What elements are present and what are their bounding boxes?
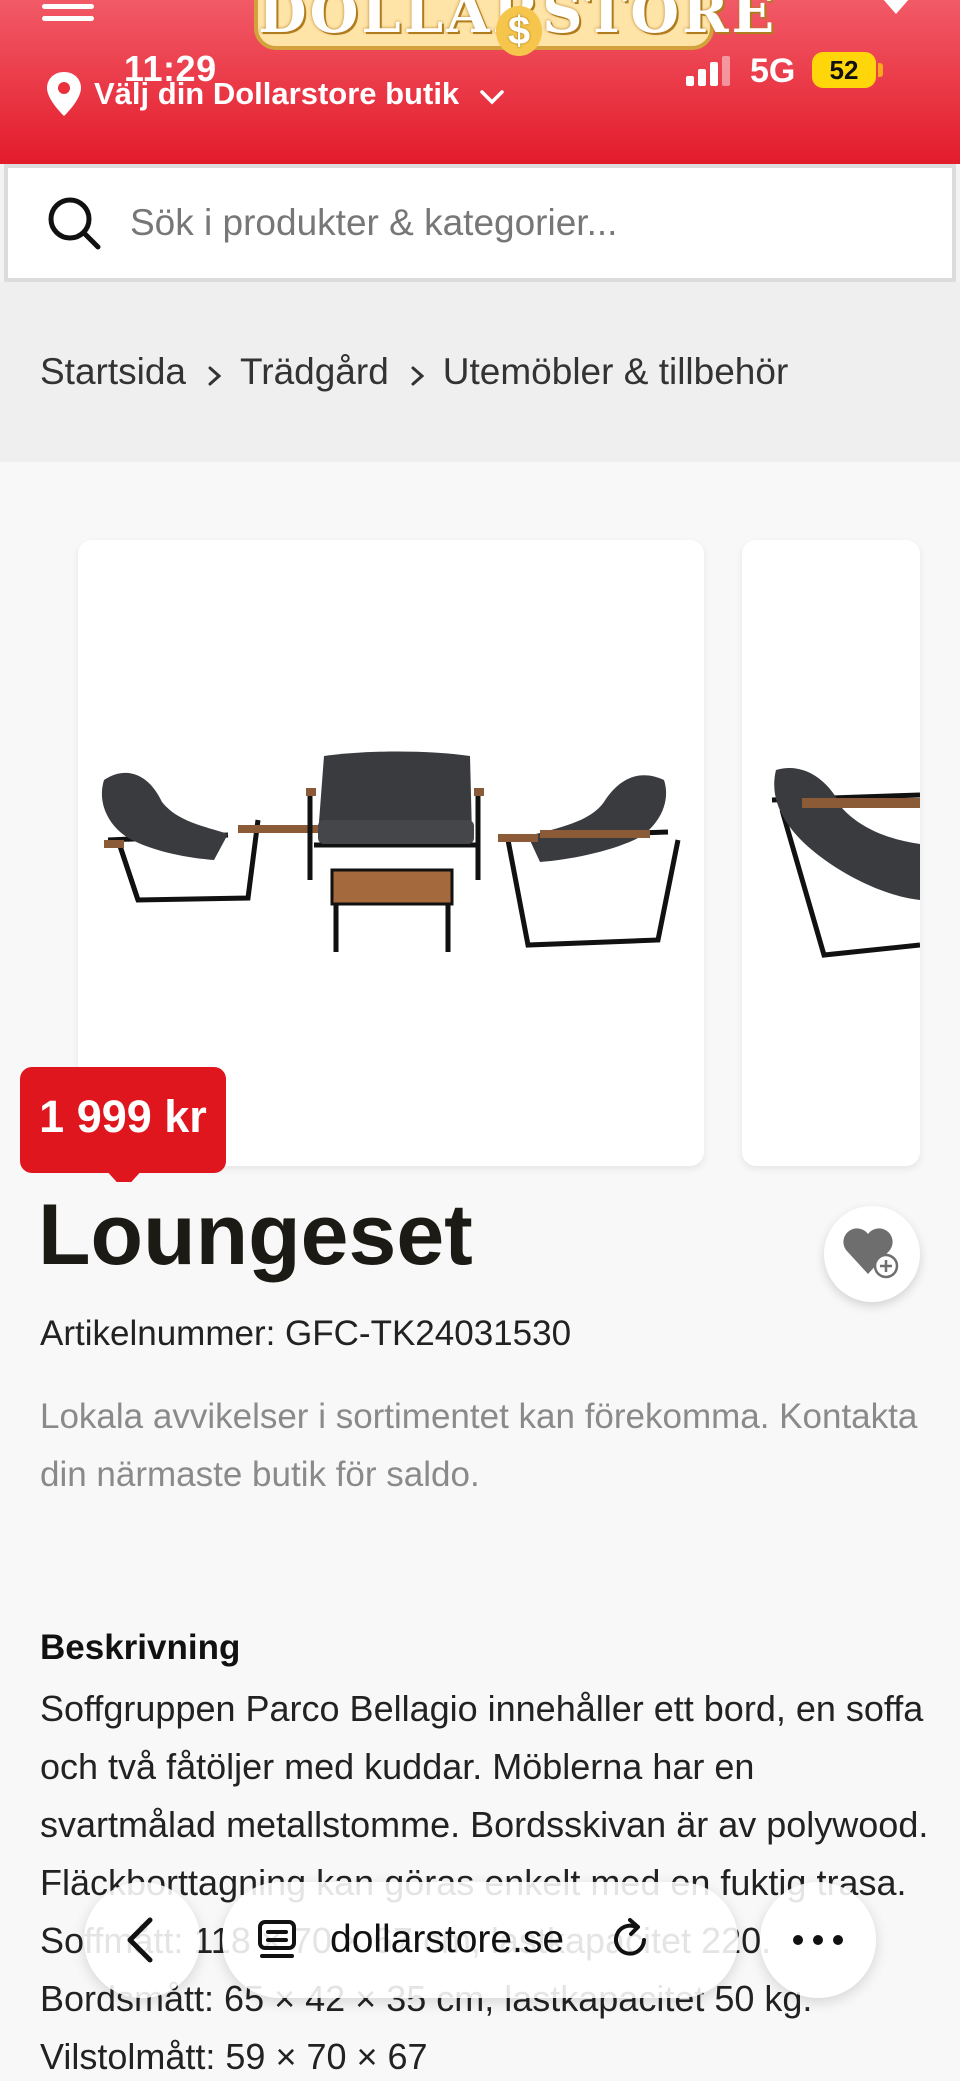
chevron-left-icon <box>127 1917 153 1963</box>
app-header: DOLLARSTORE $ Välj din Dollarstore butik… <box>0 0 960 164</box>
armchair-image <box>771 767 920 958</box>
url-text: dollarstore.se <box>330 1918 565 1961</box>
chevron-down-icon <box>480 90 504 105</box>
network-type: 5G <box>750 52 796 90</box>
status-time: 11:29 <box>124 48 217 89</box>
logo[interactable]: DOLLARSTORE <box>254 0 774 50</box>
breadcrumb-item-utemobler[interactable]: Utemöbler & tillbehör <box>443 351 788 393</box>
heart-icon[interactable] <box>880 0 912 14</box>
stock-notice: Lokala avvikelser i sortimentet kan före… <box>40 1397 918 1494</box>
reload-icon[interactable] <box>604 1914 656 1966</box>
chevron-right-icon <box>411 366 425 386</box>
search-icon <box>48 197 101 250</box>
product-image-next[interactable] <box>742 540 920 1166</box>
more-options-button[interactable] <box>760 1882 876 1998</box>
search-input[interactable] <box>130 202 910 244</box>
battery-tip <box>878 63 883 77</box>
store-selector[interactable]: Välj din Dollarstore butik <box>44 70 505 118</box>
description-heading: Beskrivning <box>40 1628 241 1667</box>
product-title: Loungeset <box>38 1187 473 1283</box>
menu-icon[interactable] <box>42 4 94 21</box>
breadcrumb-item-tradgard[interactable]: Trädgård <box>240 351 389 393</box>
breadcrumb: Startsida Trädgård Utemöbler & tillbehör <box>0 282 960 462</box>
chevron-right-icon <box>208 366 222 386</box>
page-menu-icon <box>258 1920 296 1958</box>
cellular-signal-icon <box>686 56 730 86</box>
logo-dollar-icon: $ <box>496 6 542 56</box>
article-number: Artikelnummer: GFC-TK24031530 <box>40 1314 572 1353</box>
description-text: Soffgruppen Parco Bellagio innehåller et… <box>40 1688 929 2077</box>
price-badge: 1 999 kr <box>20 1067 226 1173</box>
breadcrumb-item-startsida[interactable]: Startsida <box>40 351 186 393</box>
add-to-favorites-button[interactable] <box>824 1206 920 1302</box>
search-bar[interactable] <box>4 164 956 282</box>
ellipsis-icon <box>793 1935 843 1945</box>
battery-level: 52 <box>812 52 876 88</box>
location-pin-icon <box>47 72 81 116</box>
heart-plus-icon <box>843 1228 899 1279</box>
address-bar[interactable]: dollarstore.se <box>222 1882 738 1998</box>
back-button[interactable] <box>84 1882 200 1998</box>
